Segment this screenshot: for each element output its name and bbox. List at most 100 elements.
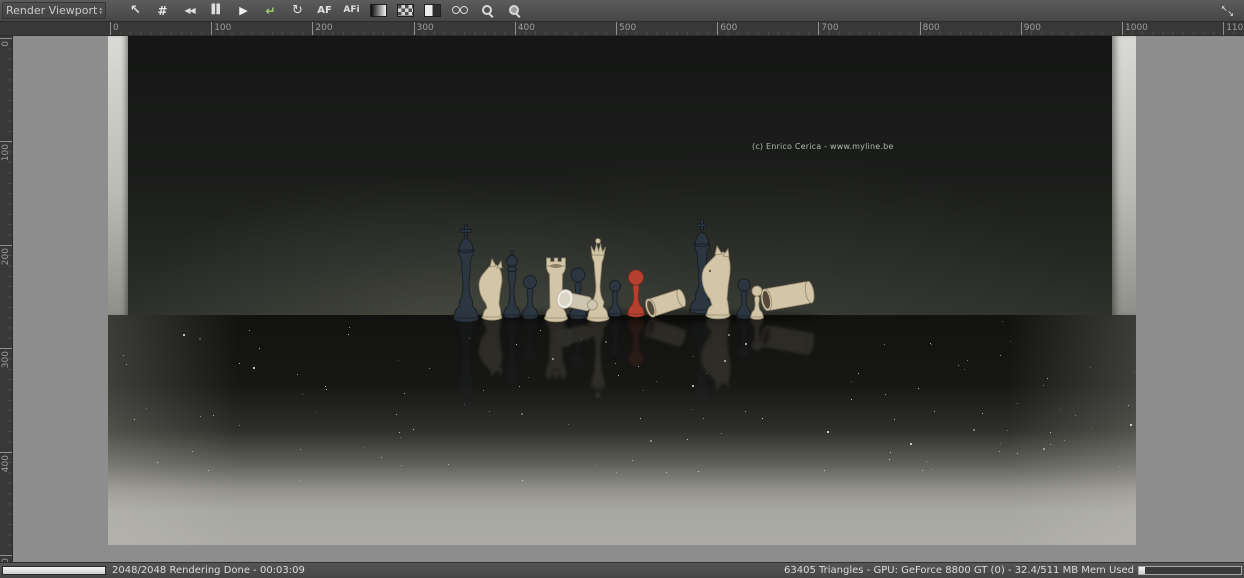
viewport-selector-label: Render Viewport <box>6 4 99 17</box>
zoom-tool-icon[interactable] <box>473 1 500 21</box>
viewport-selector-spinner[interactable]: ▴ ▾ <box>99 7 102 15</box>
noise-speck <box>349 327 350 328</box>
noise-speck <box>692 385 694 387</box>
noise-speck <box>521 413 523 415</box>
noise-speck <box>967 360 968 361</box>
split-tone-icon[interactable] <box>419 1 446 21</box>
noise-speck <box>638 366 639 367</box>
noise-speck <box>522 480 523 481</box>
viewport-selector[interactable]: Render Viewport ▴ ▾ <box>2 2 106 19</box>
ruler-tick: 300 <box>414 22 415 36</box>
grid-icon[interactable]: # <box>149 1 176 21</box>
render-status-text: 2048/2048 Rendering Done - 00:03:09 <box>112 563 305 578</box>
copyright-text: (c) Enrico Cerica - www.myline.be <box>752 142 894 151</box>
noise-speck <box>200 416 201 417</box>
expand-viewport-icon[interactable] <box>1214 1 1241 21</box>
noise-speck <box>728 334 730 336</box>
noise-speck <box>605 341 607 343</box>
noise-speck <box>918 388 919 389</box>
toolbar: Render Viewport ▴ ▾ ↖ # ◀◀ ▌▌ ▶ ↵ ↻ AF AFi <box>0 0 1244 22</box>
ruler-tick: 200 <box>312 22 313 36</box>
noise-speck <box>827 431 829 433</box>
ruler-tick: 700 <box>818 22 819 36</box>
noise-speck <box>192 451 193 452</box>
noise-speck <box>616 472 617 473</box>
ruler-tick: 600 <box>717 22 718 36</box>
noise-speck <box>297 374 298 375</box>
floor-noise <box>108 315 1136 490</box>
toolbar-icons: ↖ # ◀◀ ▌▌ ▶ ↵ ↻ AF AFi <box>122 1 527 21</box>
noise-speck <box>698 471 699 472</box>
gpu-status-text: 63405 Triangles - GPU: GeForce 8800 GT (… <box>784 563 1134 578</box>
render-step-icon[interactable]: ↵ <box>257 1 284 21</box>
noise-speck <box>396 414 397 415</box>
noise-speck <box>1119 466 1120 467</box>
play-icon[interactable]: ▶ <box>230 1 257 21</box>
vertical-ruler-minor-ticks <box>8 38 12 562</box>
ruler-tick: 0 <box>0 38 13 39</box>
noise-speck <box>922 470 923 471</box>
backdrop-left-edge <box>108 36 128 315</box>
noise-speck <box>1010 341 1011 342</box>
noise-speck <box>1007 430 1008 431</box>
noise-speck <box>595 465 596 466</box>
checkerboard-icon[interactable] <box>392 1 419 21</box>
noise-speck <box>1017 453 1018 454</box>
ruler-tick: 400 <box>0 452 13 453</box>
pause-icon[interactable]: ▌▌ <box>203 1 230 21</box>
noise-speck <box>398 360 399 361</box>
stereo-glasses-icon[interactable] <box>446 1 473 21</box>
noise-speck <box>1050 432 1051 433</box>
go-to-start-icon[interactable]: ◀◀ <box>176 1 203 21</box>
noise-speck <box>516 344 517 345</box>
noise-speck <box>519 386 520 387</box>
ruler-tick: 800 <box>920 22 921 36</box>
noise-speck <box>300 449 301 450</box>
noise-speck <box>581 339 582 340</box>
auto-focus-icon[interactable]: AF <box>311 1 338 21</box>
noise-speck <box>239 363 240 364</box>
noise-speck <box>134 419 135 420</box>
noise-speck <box>640 418 641 419</box>
noise-speck <box>1064 440 1065 441</box>
noise-speck <box>1075 415 1076 416</box>
noise-speck <box>448 464 449 465</box>
auto-focus-alt-icon[interactable]: AFi <box>338 1 365 21</box>
noise-speck <box>399 432 400 433</box>
noise-speck <box>999 451 1000 452</box>
noise-speck <box>1043 448 1045 450</box>
noise-speck <box>1128 405 1129 406</box>
refresh-icon[interactable]: ↻ <box>284 1 311 21</box>
noise-speck <box>146 408 147 409</box>
noise-speck <box>1000 355 1001 356</box>
gradient-icon[interactable] <box>365 1 392 21</box>
noise-speck <box>858 373 859 374</box>
noise-speck <box>404 393 405 394</box>
zoom-region-icon[interactable] <box>500 1 527 21</box>
noise-speck <box>693 356 694 357</box>
noise-speck <box>964 369 965 370</box>
noise-speck <box>126 364 127 365</box>
noise-speck <box>1060 409 1061 410</box>
horizontal-ruler-minor-ticks <box>110 31 1244 35</box>
noise-speck <box>1043 385 1044 386</box>
application-window: Render Viewport ▴▾ ↖#◀◀▌▌▶↵↻AFAFi 0 100 20… <box>0 0 1244 578</box>
noise-speck <box>1090 367 1091 368</box>
render-progress-bar <box>2 566 106 575</box>
noise-speck <box>464 404 465 405</box>
ruler-tick: 200 <box>0 245 13 246</box>
noise-speck <box>208 470 209 471</box>
noise-speck <box>724 360 726 362</box>
render-view[interactable]: (c) Enrico Cerica - www.myline.be <box>108 36 1136 545</box>
noise-speck <box>1000 443 1001 444</box>
noise-speck <box>326 389 327 390</box>
noise-speck <box>483 390 484 391</box>
ruler-tick: 1000 <box>1122 22 1123 36</box>
noise-speck <box>692 409 693 410</box>
backdrop-wall <box>128 36 1112 315</box>
noise-speck <box>1017 403 1018 404</box>
noise-speck <box>302 394 303 395</box>
pointer-tool-icon[interactable]: ↖ <box>122 1 149 21</box>
noise-speck <box>381 457 382 458</box>
noise-speck <box>183 334 185 336</box>
